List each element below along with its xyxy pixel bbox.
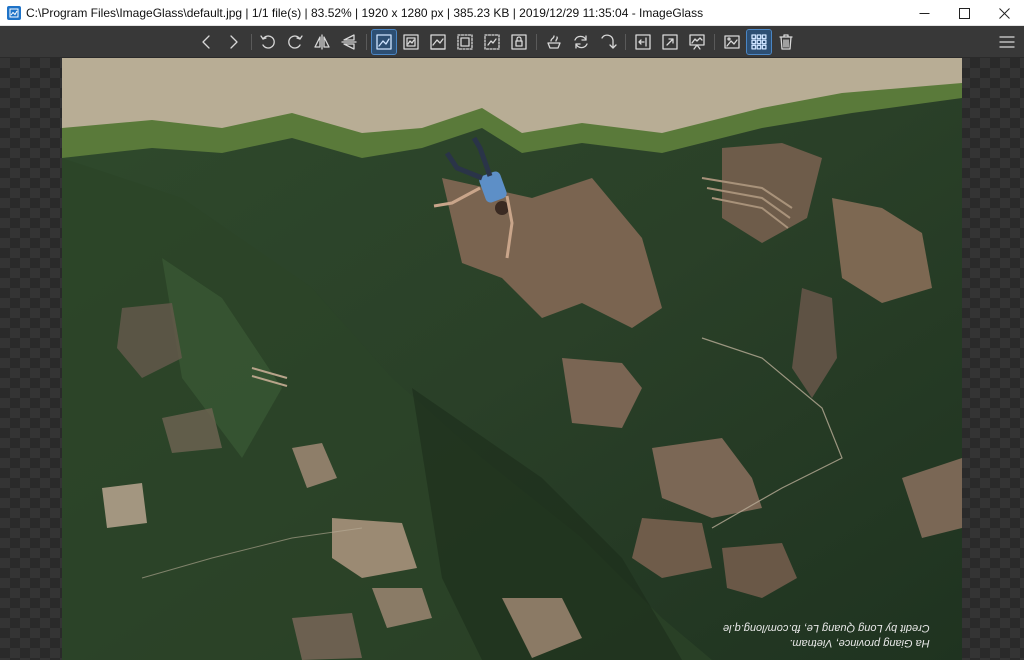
rotate-left-icon xyxy=(260,35,275,49)
main-menu-button[interactable] xyxy=(995,30,1019,54)
scale-to-fit-button[interactable] xyxy=(480,30,504,54)
frameless-icon xyxy=(662,34,678,50)
auto-zoom-icon xyxy=(376,34,392,50)
close-icon xyxy=(998,7,1010,19)
fullscreen-icon xyxy=(635,34,651,50)
toolbar xyxy=(0,26,1024,58)
scale-fit-icon xyxy=(484,34,500,50)
flip-vertical-button[interactable] xyxy=(337,30,361,54)
set-wallpaper-button[interactable] xyxy=(720,30,744,54)
rotate-left-button[interactable] xyxy=(256,30,280,54)
go-to-image-button[interactable] xyxy=(596,30,620,54)
rotate-right-button[interactable] xyxy=(283,30,307,54)
displayed-image[interactable]: Ha Giang province, Vietnam. Credit by Lo… xyxy=(62,58,962,660)
minimize-icon xyxy=(919,12,929,14)
lock-zoom-icon xyxy=(403,34,419,50)
lock-icon xyxy=(511,34,527,50)
flip-horizontal-button[interactable] xyxy=(310,30,334,54)
image-viewer[interactable]: Ha Giang province, Vietnam. Credit by Lo… xyxy=(0,58,1024,660)
hamburger-icon xyxy=(999,36,1015,48)
lock-zoom-button[interactable] xyxy=(399,30,423,54)
flip-vertical-icon xyxy=(341,34,357,50)
view-exit-fullscreen-button[interactable] xyxy=(658,30,682,54)
open-with-button[interactable] xyxy=(542,30,566,54)
flip-horizontal-icon xyxy=(314,34,330,50)
close-button[interactable] xyxy=(984,0,1024,26)
photo-credit: Ha Giang province, Vietnam. Credit by Lo… xyxy=(723,620,930,650)
delete-button[interactable] xyxy=(774,30,798,54)
next-image-button[interactable] xyxy=(221,30,245,54)
chevron-right-icon xyxy=(230,35,238,49)
credit-line-1: Ha Giang province, Vietnam. xyxy=(789,637,930,649)
view-fullscreen-button[interactable] xyxy=(631,30,655,54)
maximize-button[interactable] xyxy=(944,0,984,26)
rotate-right-icon xyxy=(288,35,303,49)
credit-line-2: Credit by Long Quang Le, fb.com/long.q.l… xyxy=(723,622,930,634)
thumbnail-bar-button[interactable] xyxy=(746,29,772,55)
scale-to-fill-button[interactable] xyxy=(507,30,531,54)
scale-to-height-button[interactable] xyxy=(453,30,477,54)
minimize-button[interactable] xyxy=(904,0,944,26)
scale-width-icon xyxy=(430,34,446,50)
window-controls xyxy=(904,0,1024,26)
thumbnails-icon xyxy=(751,34,767,50)
goto-icon xyxy=(601,34,617,49)
previous-image-button[interactable] xyxy=(195,30,219,54)
chevron-left-icon xyxy=(202,35,210,49)
scale-to-width-button[interactable] xyxy=(426,30,450,54)
open-with-icon xyxy=(547,35,561,49)
refresh-button[interactable] xyxy=(569,30,593,54)
trash-icon xyxy=(779,34,793,50)
imageglass-app-icon[interactable] xyxy=(7,5,21,20)
slideshow-icon xyxy=(689,34,705,50)
scale-height-icon xyxy=(457,34,473,50)
auto-zoom-button[interactable] xyxy=(371,29,397,55)
window-title: C:\Program Files\ImageGlass\default.jpg … xyxy=(26,5,704,20)
title-bar: C:\Program Files\ImageGlass\default.jpg … xyxy=(0,0,1024,26)
wallpaper-icon xyxy=(724,35,740,49)
refresh-icon xyxy=(574,35,588,49)
landscape-photo xyxy=(62,58,962,660)
maximize-icon xyxy=(958,7,970,19)
slideshow-button[interactable] xyxy=(685,30,709,54)
